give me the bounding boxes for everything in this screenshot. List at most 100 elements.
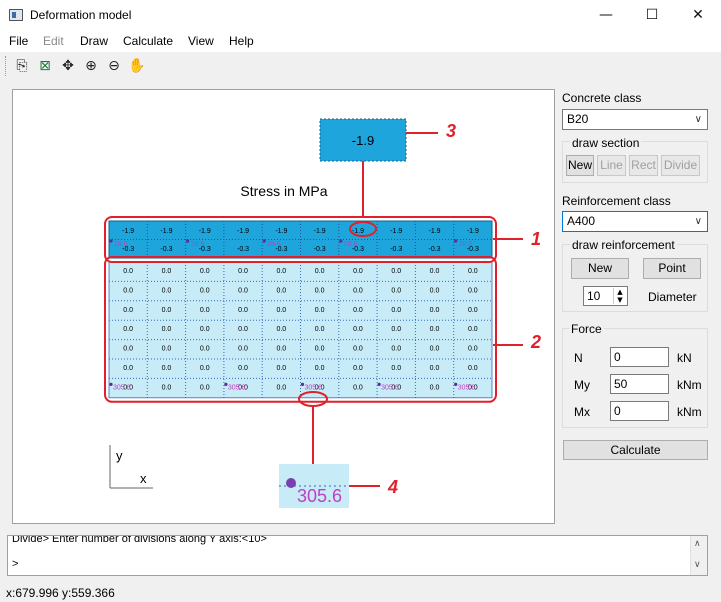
draw-reinforcement-label: draw reinforcement — [570, 238, 677, 252]
grid-cell-value: 0.0 — [391, 346, 401, 353]
scroll-down-icon[interactable]: ∨ — [694, 560, 701, 570]
zoom-in-icon[interactable]: ⊕ — [81, 56, 101, 76]
grid-cell-value: 0.0 — [315, 326, 325, 333]
grid-cell-value: 0.0 — [391, 287, 401, 294]
grid-cell-value: 0.0 — [353, 326, 363, 333]
grid-cell-value: 0.0 — [353, 287, 363, 294]
reinforcement-point-button[interactable]: Point — [643, 258, 701, 279]
force-my-input[interactable]: 50 — [610, 374, 669, 394]
grid-cell-value: 0.0 — [200, 307, 210, 314]
rebar-stress-label: 28.6 — [191, 241, 205, 248]
menu-help[interactable]: Help — [229, 34, 254, 48]
grid-cell-value: 0.0 — [468, 307, 478, 314]
stress-value-upper: -1.9 — [275, 228, 287, 235]
console-prompt[interactable]: > — [12, 558, 18, 570]
grid-cell-value: 0.0 — [238, 365, 248, 372]
zoom-rebar-point — [286, 478, 296, 488]
command-console[interactable]: Divide> Enter number of divisions along … — [7, 535, 708, 576]
menu-calculate[interactable]: Calculate — [123, 34, 173, 48]
drawing-canvas[interactable]: Stress in MPa -1.9 -0.3 -1.9 -0.3 -1.9 -0.3 -1… — [12, 89, 555, 524]
diameter-spinner[interactable]: 10 ▲ ▼ — [583, 286, 628, 306]
window-title: Deformation model — [30, 8, 132, 22]
grid-cell-value: 0.0 — [430, 384, 440, 391]
grid-cell-value: 0.0 — [315, 287, 325, 294]
rebar-stress-label: 305.6 — [381, 384, 399, 391]
console-scrollbar[interactable]: ∧ ∨ — [690, 536, 707, 575]
stress-value-upper: -1.9 — [467, 228, 479, 235]
menu-draw[interactable]: Draw — [80, 34, 108, 48]
grid-cell-value: 0.0 — [430, 365, 440, 372]
grid-cell-value: 0.0 — [162, 384, 172, 391]
grid-cell-value: 0.0 — [162, 307, 172, 314]
copy-icon[interactable]: ⎘ — [12, 56, 32, 76]
menu-file[interactable]: File — [9, 34, 28, 48]
scroll-up-icon[interactable]: ∧ — [694, 539, 701, 549]
grid-cell-value: 0.0 — [123, 287, 133, 294]
grid-cell-value: 0.0 — [238, 268, 248, 275]
zoom-out-icon[interactable]: ⊖ — [104, 56, 124, 76]
callout-number: 2 — [530, 332, 541, 352]
maximize-button[interactable]: ☐ — [629, 0, 675, 30]
grid-cell-value: 0.0 — [468, 365, 478, 372]
minimize-button[interactable]: — — [583, 0, 629, 30]
section-divide-button[interactable]: Divide — [661, 155, 700, 176]
grid-cell-value: 0.0 — [353, 365, 363, 372]
rebar-stress-label: 28.6 — [267, 241, 281, 248]
section-line-button[interactable]: Line — [597, 155, 626, 176]
grid-cell-value: 0.0 — [162, 365, 172, 372]
console-history-line: Divide> Enter number of divisions along … — [12, 535, 267, 545]
grid-cell-value: 0.0 — [391, 307, 401, 314]
section-rect-button[interactable]: Rect — [629, 155, 658, 176]
grid-cell-value: 0.0 — [200, 346, 210, 353]
rebar-stress-label: 28.6 — [344, 241, 358, 248]
section-new-button[interactable]: New — [566, 155, 594, 176]
stress-value-upper: -1.9 — [314, 228, 326, 235]
force-mx-input[interactable]: 0 — [610, 401, 669, 421]
grid-cell-value: 0.0 — [468, 326, 478, 333]
pan-hand-icon[interactable]: ✋ — [127, 56, 147, 76]
stress-heading: Stress in MPa — [240, 183, 327, 199]
force-n-unit: kN — [677, 351, 692, 365]
grid-cell-value: 0.0 — [238, 326, 248, 333]
callout-number: 1 — [531, 229, 541, 249]
force-my-label: My — [574, 378, 590, 392]
spinner-arrows-icon[interactable]: ▲ ▼ — [613, 288, 626, 304]
stress-value-upper: -1.9 — [122, 228, 134, 235]
grid-cell-value: 0.0 — [391, 365, 401, 372]
rebar-point — [339, 239, 343, 243]
grid-cell-value: 0.0 — [315, 307, 325, 314]
reinforcement-new-button[interactable]: New — [571, 258, 629, 279]
calculate-button[interactable]: Calculate — [563, 440, 708, 460]
grid-cell-value: 0.0 — [468, 346, 478, 353]
menu-edit[interactable]: Edit — [43, 34, 64, 48]
grid-cell-value: 0.0 — [353, 307, 363, 314]
force-my-unit: kNm — [677, 378, 702, 392]
grid-cell-value: 0.0 — [391, 268, 401, 275]
grid-cell-value: 0.0 — [162, 346, 172, 353]
grid-cell-value: 0.0 — [315, 365, 325, 372]
menu-view[interactable]: View — [188, 34, 214, 48]
grid-cell-value: 0.0 — [123, 346, 133, 353]
diameter-value: 10 — [587, 289, 601, 303]
concrete-class-select[interactable]: B20 ∨ — [562, 109, 708, 130]
reinforcement-class-select[interactable]: A400 ∨ — [562, 211, 708, 232]
grid-cell-value: 0.0 — [162, 287, 172, 294]
rebar-stress-label: 305.6 — [458, 384, 476, 391]
fit-view-icon[interactable]: ✥ — [58, 56, 78, 76]
close-button[interactable]: ✕ — [675, 0, 721, 30]
stress-value-upper: -1.9 — [199, 228, 211, 235]
force-n-label: N — [574, 351, 583, 365]
grid-cell-value: 0.0 — [468, 268, 478, 275]
concrete-class-label: Concrete class — [562, 91, 642, 105]
status-coordinates: x:679.996 y:559.366 — [6, 586, 115, 600]
y-axis-label: y — [116, 448, 123, 463]
excel-export-icon[interactable]: ⊠ — [35, 56, 55, 76]
force-n-input[interactable]: 0 — [610, 347, 669, 367]
grid-cell-value: 0.0 — [238, 346, 248, 353]
draw-section-label: draw section — [570, 136, 642, 150]
stress-value-lower: -0.3 — [237, 246, 249, 253]
grid-cell-value: 0.0 — [353, 268, 363, 275]
force-mx-label: Mx — [574, 405, 590, 419]
grid-cell-value: 0.0 — [430, 326, 440, 333]
menu-bar: File Edit Draw Calculate View Help — [0, 30, 721, 52]
